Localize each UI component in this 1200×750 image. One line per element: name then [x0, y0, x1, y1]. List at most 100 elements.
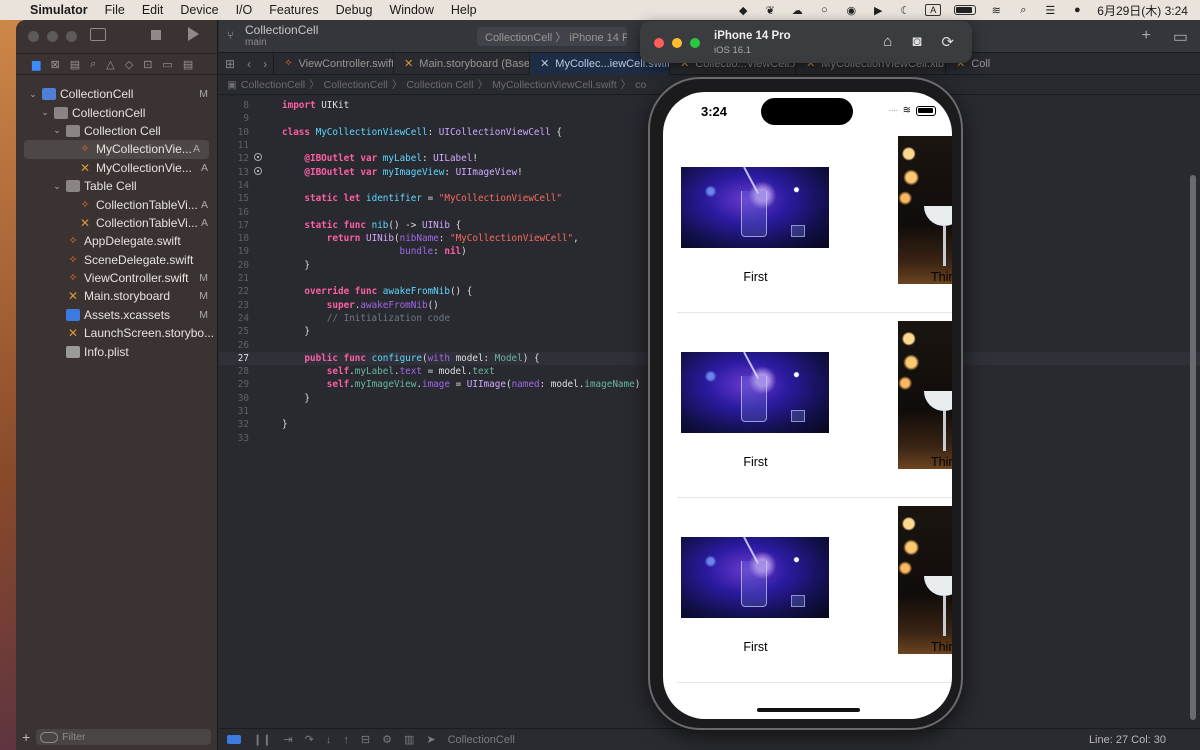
- collection-cell[interactable]: First Thir: [663, 321, 952, 506]
- menu-features[interactable]: Features: [269, 3, 318, 17]
- chevron-down-icon[interactable]: ⌄: [40, 107, 50, 118]
- menu-edit[interactable]: Edit: [142, 3, 164, 17]
- screenshot-icon[interactable]: ◙: [912, 33, 921, 51]
- chevron-down-icon[interactable]: ⌄: [28, 89, 38, 100]
- navigator-item[interactable]: ⌄ Collection Cell: [16, 122, 217, 140]
- line-number[interactable]: 27: [219, 353, 249, 364]
- collection-cell[interactable]: First Thir: [663, 506, 952, 691]
- menu-device[interactable]: Device: [180, 3, 218, 17]
- close-tab-icon[interactable]: ✕: [540, 57, 549, 70]
- navigator-item[interactable]: ✧ CollectionTableVi... A: [16, 195, 217, 213]
- cloud-icon[interactable]: ☁: [790, 3, 804, 17]
- search-icon[interactable]: ⌕: [1016, 3, 1030, 17]
- line-number[interactable]: 14: [219, 180, 249, 191]
- navigator-item[interactable]: ✧ AppDelegate.swift: [16, 232, 217, 250]
- navigator-item[interactable]: ⌄ CollectionCell M: [16, 85, 217, 103]
- forward-icon[interactable]: ›: [257, 57, 273, 71]
- minimize-button[interactable]: [47, 31, 58, 42]
- navigator-item[interactable]: Assets.xcassets M: [16, 306, 217, 324]
- line-number[interactable]: 20: [219, 260, 249, 271]
- line-number[interactable]: 32: [219, 419, 249, 430]
- close-button[interactable]: [28, 31, 39, 42]
- test-icon[interactable]: ◇: [125, 58, 133, 71]
- debug-icon[interactable]: ⊡: [143, 58, 152, 71]
- navigator-item[interactable]: ✕ MyCollectionVie... A: [16, 159, 217, 177]
- zoom-button[interactable]: [66, 31, 77, 42]
- step-over-icon[interactable]: ↷: [305, 733, 314, 746]
- collection-cell[interactable]: First Thir: [663, 136, 952, 321]
- menu-io[interactable]: I/O: [236, 3, 253, 17]
- chevron-down-icon[interactable]: ⌄: [52, 181, 62, 192]
- line-number[interactable]: 17: [219, 220, 249, 231]
- line-number[interactable]: 10: [219, 127, 249, 138]
- menu-app-name[interactable]: Simulator: [30, 3, 88, 17]
- wifi-icon[interactable]: ≋: [989, 3, 1003, 17]
- run-destination[interactable]: CollectionCell 〉 iPhone 14 P: [477, 27, 627, 46]
- grid-icon[interactable]: ⊞: [219, 57, 241, 71]
- line-number[interactable]: 19: [219, 246, 249, 257]
- dropbox-icon[interactable]: ◆: [736, 3, 750, 17]
- home-indicator[interactable]: [757, 708, 860, 712]
- breakpoints-toggle-icon[interactable]: [227, 735, 241, 744]
- line-number[interactable]: 13: [219, 167, 249, 178]
- line-number[interactable]: 25: [219, 326, 249, 337]
- sim-minimize-button[interactable]: [672, 38, 682, 48]
- filter-options-icon[interactable]: [40, 731, 59, 743]
- evernote-icon[interactable]: ❦: [763, 3, 777, 17]
- menu-help[interactable]: Help: [451, 3, 477, 17]
- line-number[interactable]: 11: [219, 140, 249, 151]
- line-number[interactable]: 31: [219, 406, 249, 417]
- outlet-connection-icon[interactable]: [249, 166, 267, 178]
- symbol-icon[interactable]: ▤: [70, 58, 80, 71]
- line-number[interactable]: 15: [219, 193, 249, 204]
- line-number[interactable]: 8: [219, 100, 249, 111]
- play-icon[interactable]: ▶: [871, 3, 885, 17]
- menu-window[interactable]: Window: [389, 3, 433, 17]
- line-number[interactable]: 18: [219, 233, 249, 244]
- source-control-icon[interactable]: ⊠: [50, 58, 59, 71]
- line-number[interactable]: 33: [219, 433, 249, 444]
- iphone-screen[interactable]: 3:24 ···· ≋ First Thir First Thir First Thir: [663, 92, 952, 719]
- tab-main-storyboard[interactable]: ✕ Main.storyboard (Base): [393, 52, 529, 75]
- navigator-item[interactable]: ✕ LaunchScreen.storybo...: [16, 324, 217, 342]
- navigator-item[interactable]: ⌄ CollectionCell: [16, 103, 217, 121]
- step-into-icon[interactable]: ↓: [326, 734, 332, 746]
- view-debugger-icon[interactable]: ⊟: [361, 733, 370, 746]
- siri-icon[interactable]: ●: [1070, 3, 1084, 17]
- control-center-icon[interactable]: ☰: [1043, 3, 1057, 17]
- line-number[interactable]: 29: [219, 379, 249, 390]
- input-source-icon[interactable]: A: [925, 4, 942, 16]
- menu-file[interactable]: File: [105, 3, 125, 17]
- report-icon[interactable]: ▤: [183, 58, 193, 71]
- memory-graph-icon[interactable]: ⚙: [382, 733, 392, 746]
- folder-icon[interactable]: ▆: [32, 58, 40, 71]
- warning-icon[interactable]: △: [106, 58, 114, 71]
- stop-icon[interactable]: [151, 30, 161, 40]
- chat-icon[interactable]: ◉: [844, 3, 858, 17]
- line-number[interactable]: 21: [219, 273, 249, 284]
- inspector-toggle-icon[interactable]: ▭: [1173, 27, 1188, 47]
- home-icon[interactable]: ⌂: [883, 33, 892, 51]
- add-icon[interactable]: +: [1142, 27, 1151, 47]
- run-icon[interactable]: [188, 27, 199, 41]
- line-number[interactable]: 22: [219, 286, 249, 297]
- circle-icon[interactable]: ○: [817, 3, 831, 17]
- breakpoint-icon[interactable]: ▭: [162, 58, 172, 71]
- project-title[interactable]: CollectionCell main: [227, 23, 318, 48]
- line-number[interactable]: 12: [219, 153, 249, 164]
- line-number[interactable]: 16: [219, 207, 249, 218]
- menu-debug[interactable]: Debug: [336, 3, 373, 17]
- sim-close-button[interactable]: [654, 38, 664, 48]
- line-number[interactable]: 26: [219, 340, 249, 351]
- add-icon[interactable]: +: [22, 729, 30, 745]
- navigator-item[interactable]: ✕ Main.storyboard M: [16, 287, 217, 305]
- find-icon[interactable]: ⌕: [90, 58, 96, 71]
- navigator-item[interactable]: ⌄ Table Cell: [16, 177, 217, 195]
- line-number[interactable]: 30: [219, 393, 249, 404]
- navigator-item[interactable]: Info.plist: [16, 342, 217, 360]
- pause-icon[interactable]: ❙❙: [253, 733, 271, 746]
- step-out-icon[interactable]: ↑: [343, 734, 349, 746]
- chevron-down-icon[interactable]: ⌄: [52, 125, 62, 136]
- navigator-item[interactable]: ✧ ViewController.swift M: [16, 269, 217, 287]
- navigator-item[interactable]: ✧ MyCollectionVie... A: [24, 140, 209, 159]
